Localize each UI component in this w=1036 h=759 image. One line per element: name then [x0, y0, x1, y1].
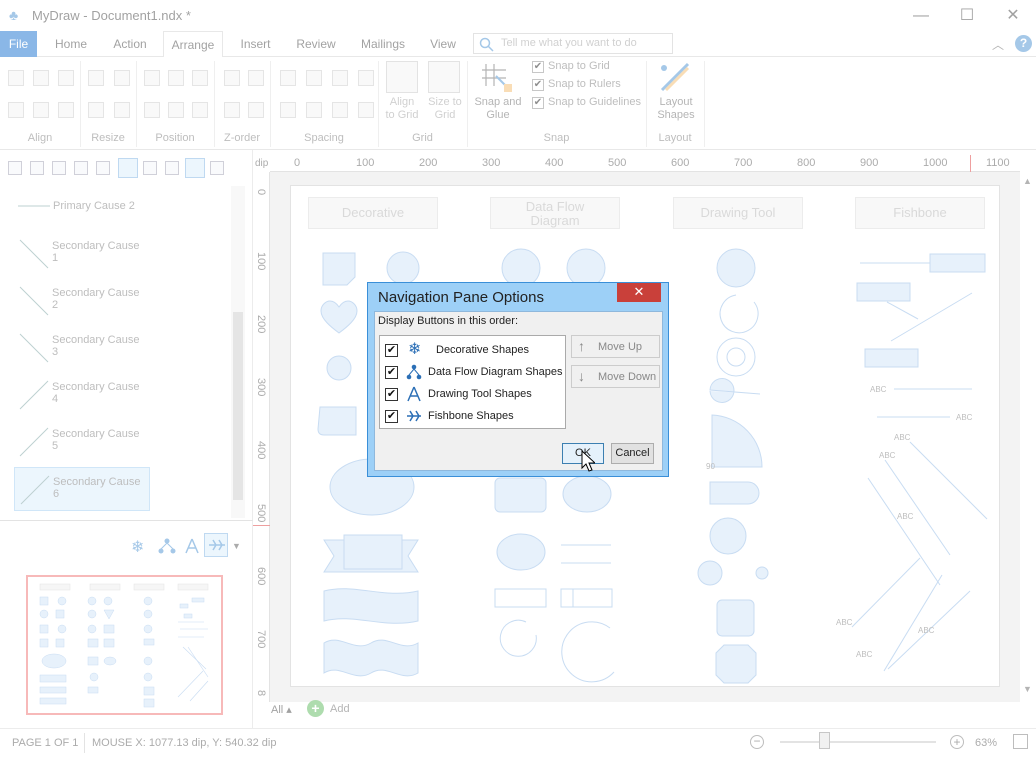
list-item[interactable]: ✔ Drawing Tool Shapes: [380, 383, 565, 405]
dialog-close-button[interactable]: ✕: [617, 283, 661, 302]
move-down-label: Move Down: [598, 371, 657, 383]
dialog-body: Display Buttons in this order: ✔ ❄ Decor…: [374, 311, 663, 471]
list-item[interactable]: ✔ Data Flow Diagram Shapes: [380, 361, 565, 383]
fishbone-icon: [407, 410, 421, 422]
cancel-button[interactable]: Cancel: [611, 443, 654, 464]
compass-icon: [407, 386, 421, 402]
move-up-button[interactable]: ↑ Move Up: [571, 335, 660, 358]
arrow-down-icon: ↓: [578, 368, 585, 384]
dialog-instruction: Display Buttons in this order:: [378, 315, 519, 327]
dataflow-checkbox[interactable]: ✔: [385, 366, 398, 379]
dialog-title: Navigation Pane Options: [378, 289, 544, 306]
arrow-up-icon: ↑: [578, 338, 585, 354]
move-down-button[interactable]: ↓ Move Down: [571, 365, 660, 388]
decorative-label: Decorative Shapes: [436, 344, 529, 356]
dataflow-icon: [406, 364, 422, 380]
mouse-cursor-icon: [581, 450, 595, 472]
fishbone-label: Fishbone Shapes: [428, 410, 514, 422]
list-item[interactable]: ✔ ❄ Decorative Shapes: [380, 339, 565, 361]
fishbone-checkbox[interactable]: ✔: [385, 410, 398, 423]
move-up-label: Move Up: [598, 341, 643, 353]
button-order-list[interactable]: ✔ ❄ Decorative Shapes ✔ Data Flow Diagra…: [379, 335, 566, 429]
dataflow-label: Data Flow Diagram Shapes: [428, 366, 563, 378]
drawing-tool-label: Drawing Tool Shapes: [428, 388, 532, 400]
list-item[interactable]: ✔ Fishbone Shapes: [380, 405, 565, 427]
snowflake-icon: ❄: [408, 341, 422, 358]
drawing-tool-checkbox[interactable]: ✔: [385, 388, 398, 401]
decorative-checkbox[interactable]: ✔: [385, 344, 398, 357]
navigation-pane-options-dialog: Navigation Pane Options ✕ Display Button…: [367, 282, 669, 477]
